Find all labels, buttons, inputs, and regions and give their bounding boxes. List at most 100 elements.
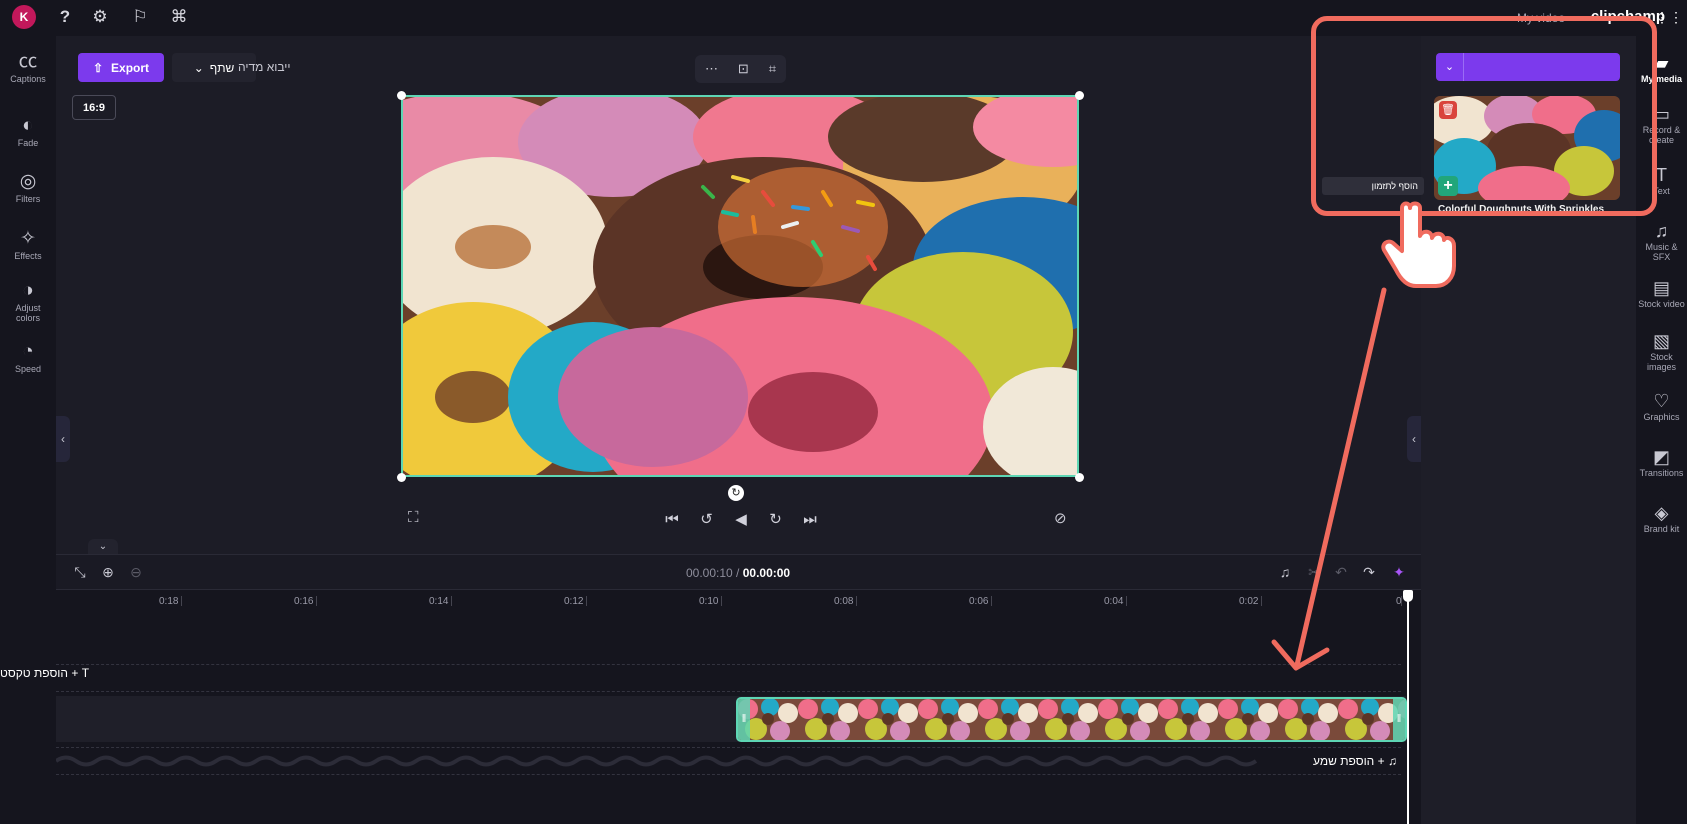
brand-kit-label: Brand kit	[1643, 524, 1680, 534]
add-audio-label[interactable]: הוספת שמע + ♫	[1313, 754, 1397, 768]
fade-icon: ◐	[22, 115, 34, 136]
time-ruler[interactable]: 0 0:02 0:04 0:06 0:08 0:10 0:12 0:14 0:1…	[56, 590, 1421, 620]
split-icon[interactable]: ✂	[1305, 564, 1323, 581]
captions-tool[interactable]: ㏄ Captions	[0, 50, 56, 84]
resize-handle-top-left[interactable]	[397, 91, 406, 100]
more-options-icon[interactable]: ⋯	[705, 61, 718, 77]
project-name[interactable]: My video	[1517, 11, 1565, 25]
crop-icon[interactable]: ⌗	[769, 61, 776, 77]
forward-5s-icon[interactable]: ↻	[765, 510, 787, 528]
skip-back-icon[interactable]: ⏮	[661, 511, 683, 528]
media-item-title: Colorful Doughnuts With Sprinkles	[1438, 204, 1605, 215]
timecode: 00.00:10 / 00.00:00	[686, 566, 791, 580]
import-media-text[interactable]: ייבוא מדיה	[238, 60, 291, 74]
filters-tool[interactable]: ◎ Filters	[0, 170, 56, 204]
upload-icon: ⇧	[92, 60, 104, 75]
fullscreen-icon[interactable]: ⛶	[408, 509, 419, 526]
stock-video-label: Stock video	[1638, 299, 1685, 309]
clipchamp-editor: K ? ⚙ ⚐ ⌘ My video clipchamp ⋮⋮ ㏄ Captio…	[0, 0, 1687, 824]
properties-rail	[0, 36, 56, 824]
add-text-label[interactable]: הוספת טקסט + T	[0, 666, 89, 680]
undo-icon[interactable]: ↶	[1332, 564, 1350, 581]
redo-icon[interactable]: ↷	[1360, 564, 1378, 581]
brand-kit-tab[interactable]: ◈ Brand kit	[1636, 502, 1687, 534]
playhead[interactable]	[1407, 590, 1409, 824]
clip-trim-end-handle[interactable]: ‖	[1393, 699, 1405, 740]
delete-icon[interactable]: 🗑	[1439, 101, 1457, 119]
captions-label: Captions	[10, 74, 46, 84]
playback-controls: ⏮ ↺ ◀ ↻ ⏭	[661, 508, 821, 530]
image-icon: ▧	[1652, 331, 1670, 351]
effects-tool[interactable]: ✧ Effects	[0, 227, 56, 261]
music-icon: ♫	[1654, 221, 1669, 241]
speed-tool[interactable]: ◔ Speed	[0, 340, 56, 374]
effects-icon: ✧	[20, 228, 36, 249]
donuts-image	[403, 97, 1077, 475]
resize-handle-bottom-right[interactable]	[1075, 473, 1084, 482]
settings-icon[interactable]: ⚙	[90, 7, 110, 27]
share-label: שתף	[209, 60, 235, 75]
import-media-button[interactable]: ⌄	[1436, 53, 1620, 81]
hide-preview-icon[interactable]: ⊘	[1054, 509, 1067, 527]
skip-forward-icon[interactable]: ⏭	[799, 511, 821, 528]
play-icon[interactable]: ◀	[730, 510, 752, 528]
my-media-label: My media	[1640, 74, 1682, 84]
graphics-tab[interactable]: ♡ Graphics	[1636, 390, 1687, 422]
collapse-left-panel-button[interactable]: ‹	[56, 416, 70, 462]
effects-label: Effects	[14, 251, 42, 261]
rewind-5s-icon[interactable]: ↺	[696, 510, 718, 528]
adjust-colors-label: Adjust colors	[15, 303, 41, 323]
chevron-down-icon: ⌄	[193, 60, 204, 75]
resize-handle-bottom-left[interactable]	[397, 473, 406, 482]
help-icon[interactable]: ?	[55, 7, 75, 27]
brand-kit-icon: ◈	[1654, 503, 1669, 523]
resize-handle-top-right[interactable]	[1075, 91, 1084, 100]
add-to-timeline-button[interactable]: +	[1438, 176, 1458, 196]
zoom-out-icon[interactable]: ⊖	[127, 564, 145, 581]
media-donuts-image	[1434, 96, 1620, 200]
user-avatar[interactable]: K	[12, 5, 36, 29]
audio-detach-icon[interactable]: ♫	[1276, 564, 1294, 580]
text-icon: T	[1656, 165, 1667, 185]
share-network-icon[interactable]: ⌘	[169, 7, 189, 27]
feedback-icon[interactable]: ⚐	[130, 7, 150, 27]
collapse-timeline-button[interactable]: ⌄	[88, 539, 118, 554]
app-grid-icon[interactable]: ⋮⋮	[1655, 9, 1683, 26]
audio-track[interactable]	[56, 747, 1401, 775]
fit-timeline-icon[interactable]: ⤡	[71, 564, 89, 581]
feature-rail	[1636, 36, 1687, 824]
transitions-label: Transitions	[1639, 468, 1684, 478]
text-label: Text	[1653, 186, 1670, 196]
export-label: Export	[111, 60, 150, 75]
transitions-tab[interactable]: ◩ Transitions	[1636, 446, 1687, 478]
captions-icon: ㏄	[18, 51, 38, 72]
export-button[interactable]: ⇧ Export	[78, 53, 164, 82]
record-create-tab[interactable]: ▭ Record & create	[1636, 103, 1687, 145]
filters-label: Filters	[15, 194, 41, 204]
aspect-ratio-button[interactable]: 16:9	[72, 95, 116, 120]
video-preview[interactable]	[401, 95, 1079, 477]
zoom-in-icon[interactable]: ⊕	[99, 564, 117, 581]
magic-icon[interactable]: ✦	[1390, 564, 1408, 581]
collapse-right-panel-button[interactable]: ‹	[1407, 416, 1421, 462]
video-clip[interactable]: ‖ ‖	[736, 697, 1407, 742]
fade-tool[interactable]: ◐ Fade	[0, 114, 56, 148]
film-icon: ▤	[1652, 278, 1670, 298]
text-track[interactable]	[56, 664, 1401, 692]
timeline: ⤡ ⊕ ⊖ 00.00:10 / 00.00:00 ♫ ✂ ↶ ↷ ✦ 0 0:…	[0, 554, 1421, 824]
stock-video-tab[interactable]: ▤ Stock video	[1636, 277, 1687, 309]
fit-icon[interactable]: ⊡	[738, 61, 749, 77]
my-media-tab[interactable]: ▰ My media	[1636, 52, 1687, 84]
clip-trim-start-handle[interactable]: ‖	[738, 699, 750, 740]
chevron-down-icon[interactable]: ⌄	[1436, 53, 1464, 81]
time-current: 00.00:00	[742, 566, 791, 580]
music-sfx-tab[interactable]: ♫ Music & SFX	[1636, 220, 1687, 262]
playhead-handle[interactable]	[1403, 590, 1413, 602]
stock-images-tab[interactable]: ▧ Stock images	[1636, 330, 1687, 372]
camera-icon: ▭	[1652, 104, 1670, 124]
text-tab[interactable]: T Text	[1636, 164, 1687, 196]
adjust-colors-tool[interactable]: ◑ Adjust colors	[0, 279, 56, 323]
preview-toolbar: ⋯ ⊡ ⌗	[695, 55, 786, 83]
rotate-icon[interactable]: ↻	[728, 485, 744, 501]
media-item-thumbnail[interactable]	[1434, 96, 1620, 200]
